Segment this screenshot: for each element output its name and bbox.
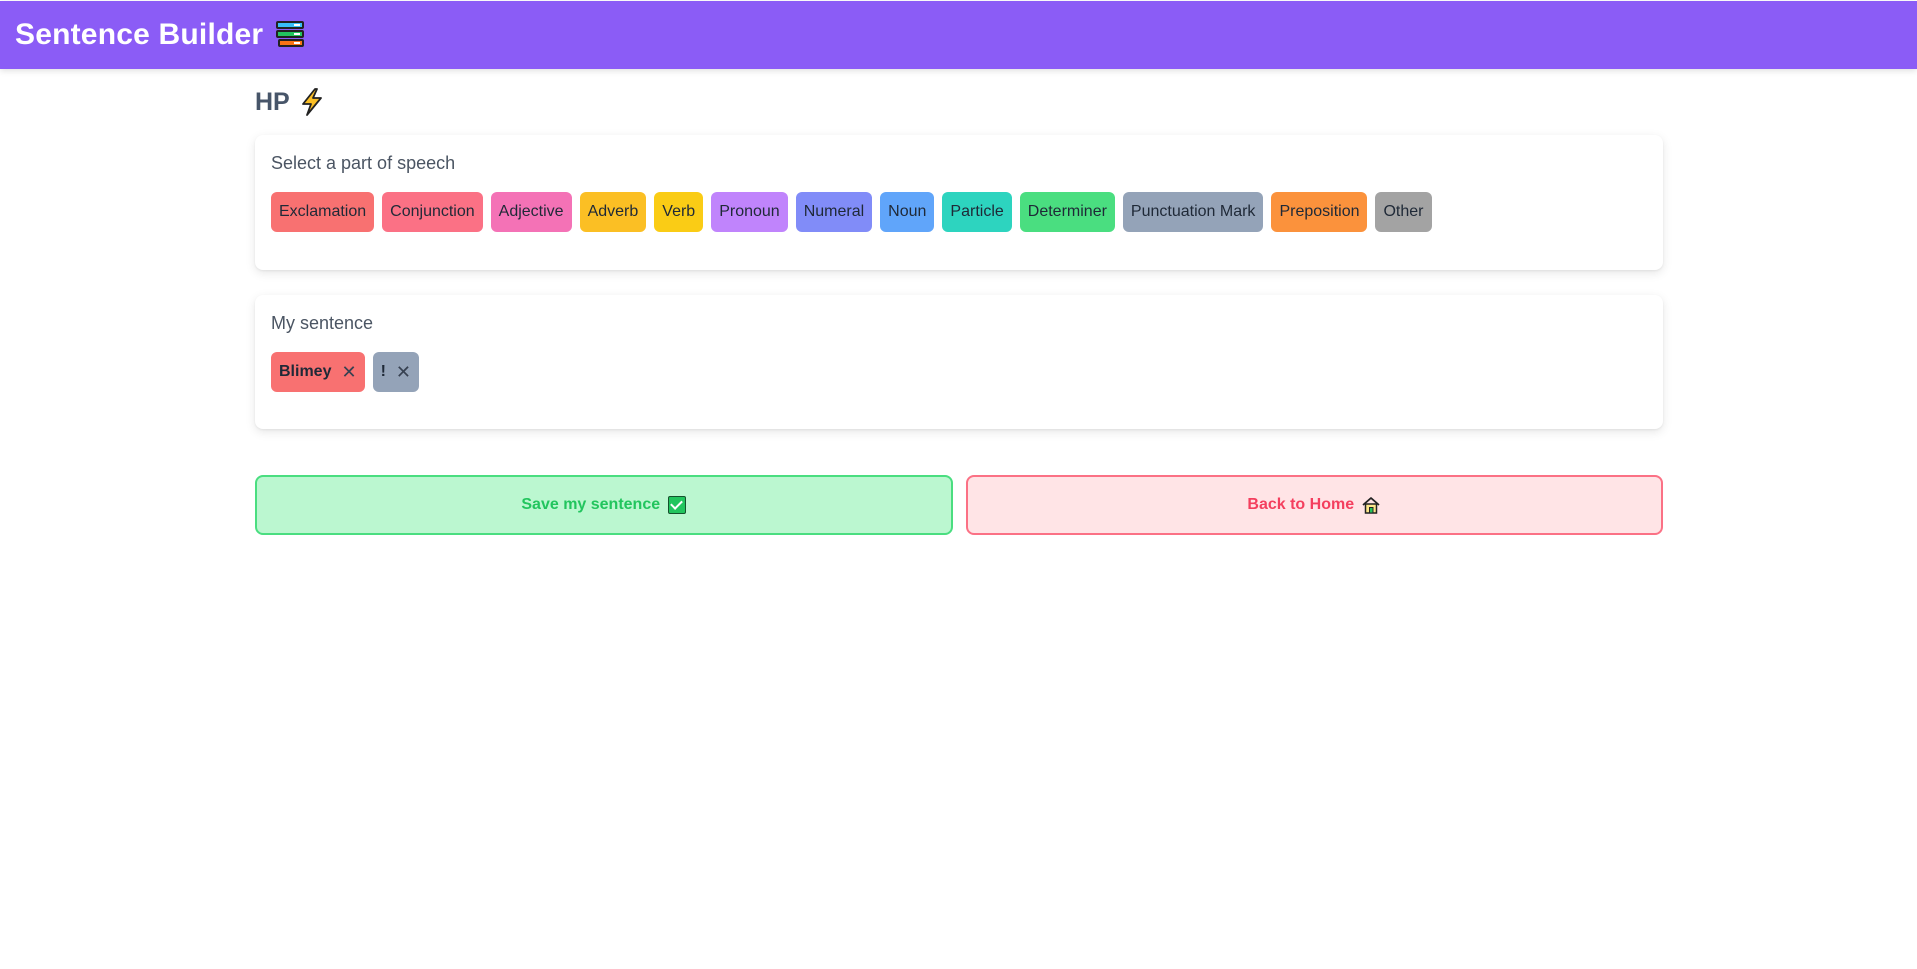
part-of-speech-chip-conjunction[interactable]: Conjunction	[382, 192, 483, 232]
sentence-label: My sentence	[271, 313, 374, 333]
hp-indicator: HP	[255, 87, 1663, 117]
part-of-speech-chip-noun[interactable]: Noun	[880, 192, 935, 232]
app-header: Sentence Builder	[0, 1, 1917, 69]
lightning-icon	[301, 88, 322, 116]
part-of-speech-chip-adjective[interactable]: Adjective	[490, 192, 572, 232]
books-icon	[275, 20, 305, 50]
remove-word-icon[interactable]: ✕	[396, 362, 411, 383]
part-of-speech-chip-other[interactable]: Other	[1375, 192, 1432, 232]
sentence-word-list: Blimey ✕! ✕	[271, 352, 1647, 392]
part-of-speech-chip-pronoun[interactable]: Pronoun	[711, 192, 788, 232]
action-bar: Save my sentence Back to Home	[255, 475, 1663, 535]
part-of-speech-chip-verb[interactable]: Verb	[654, 192, 704, 232]
part-of-speech-chip-punctuation-mark[interactable]: Punctuation Mark	[1122, 192, 1264, 232]
part-of-speech-chip-determiner[interactable]: Determiner	[1019, 192, 1115, 232]
remove-word-icon[interactable]: ✕	[341, 362, 356, 383]
part-of-speech-chip-preposition[interactable]: Preposition	[1271, 192, 1368, 232]
house-icon	[1362, 497, 1380, 514]
app-title: Sentence Builder	[15, 18, 264, 51]
sentence-word-chip[interactable]: Blimey ✕	[271, 352, 365, 392]
hp-label: HP	[255, 87, 290, 116]
back-to-home-button[interactable]: Back to Home	[965, 475, 1663, 535]
sentence-word-label: !	[380, 363, 386, 380]
part-of-speech-panel: Select a part of speech Exclamation Conju…	[255, 135, 1663, 270]
sentence-word-label: Blimey	[279, 363, 332, 380]
sentence-word-chip[interactable]: ! ✕	[372, 352, 419, 392]
main-content: HP Select a part of speech Exclamation Co…	[255, 69, 1663, 535]
back-to-home-label: Back to Home	[1247, 496, 1355, 513]
check-mark-icon	[668, 496, 687, 514]
part-of-speech-chip-exclamation[interactable]: Exclamation	[271, 192, 375, 232]
part-of-speech-chip-adverb[interactable]: Adverb	[579, 192, 647, 232]
part-of-speech-chip-numeral[interactable]: Numeral	[795, 192, 873, 232]
part-of-speech-chip-particle[interactable]: Particle	[942, 192, 1012, 232]
save-sentence-label: Save my sentence	[521, 496, 661, 513]
save-sentence-button[interactable]: Save my sentence	[255, 475, 953, 535]
part-of-speech-label: Select a part of speech	[271, 153, 456, 173]
part-of-speech-list: Exclamation Conjunction Adjective Adverb Ver…	[271, 192, 1647, 232]
sentence-panel: My sentence Blimey ✕! ✕	[255, 295, 1663, 429]
